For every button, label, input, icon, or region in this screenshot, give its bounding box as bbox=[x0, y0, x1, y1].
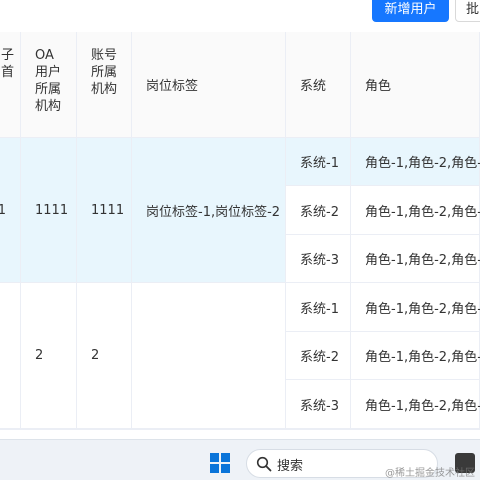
post-tags-cell: 岗位标签-1,岗位标签-2 bbox=[132, 138, 286, 283]
post-tags-cell bbox=[132, 283, 286, 429]
role-cell: 角色-1,角色-2,角色-3 bbox=[351, 380, 480, 429]
taskbar: 搜索 @稀土掘金技术社区 bbox=[0, 439, 480, 480]
windows-start-icon[interactable] bbox=[210, 453, 230, 473]
column-header-system: 系统 bbox=[286, 32, 351, 138]
column-header-account-org: 账号 所属 机构 bbox=[77, 32, 132, 138]
batch-button[interactable]: 批 bbox=[455, 0, 480, 22]
role-cell: 角色-1,角色-2,角色-3 bbox=[351, 283, 480, 332]
oa-org-cell: 1111 bbox=[21, 138, 77, 283]
system-cell: 系统-2 bbox=[286, 186, 351, 235]
account-org-cell: 1111 bbox=[77, 138, 132, 283]
role-cell: 角色-1,角色-2,角色-3 bbox=[351, 235, 480, 283]
toolbar: 新增用户 批 bbox=[0, 0, 480, 32]
watermark: @稀土掘金技术社区 bbox=[385, 468, 475, 479]
column-header-post-tags: 岗位标签 bbox=[132, 32, 286, 138]
group-name-cell bbox=[0, 283, 21, 429]
role-cell: 角色-1,角色-2,角色-3 bbox=[351, 332, 480, 380]
group-name-cell: 1 bbox=[0, 138, 21, 283]
magnifier-icon bbox=[256, 456, 272, 472]
oa-org-cell: 2 bbox=[21, 283, 77, 429]
column-header-role: 角色 bbox=[351, 32, 480, 138]
system-cell: 系统-2 bbox=[286, 332, 351, 380]
system-cell: 系统-1 bbox=[286, 283, 351, 332]
column-header-oa-org: OA 用户 所属 机构 bbox=[21, 32, 77, 138]
system-cell: 系统-3 bbox=[286, 380, 351, 429]
column-header-name: 子 首 bbox=[0, 32, 21, 138]
system-cell: 系统-1 bbox=[286, 138, 351, 186]
search-placeholder: 搜索 bbox=[277, 459, 304, 474]
add-user-button[interactable]: 新增用户 bbox=[372, 0, 449, 22]
role-cell: 角色-1,角色-2,角色-3 bbox=[351, 138, 480, 186]
system-cell: 系统-3 bbox=[286, 235, 351, 283]
account-org-cell: 2 bbox=[77, 283, 132, 429]
role-cell: 角色-1,角色-2,角色-3 bbox=[351, 186, 480, 235]
user-table: 子 首 OA 用户 所属 机构 账号 所属 机构 岗位标签 系统 角色 1 11… bbox=[0, 32, 480, 439]
table-bottom-border bbox=[0, 429, 480, 430]
